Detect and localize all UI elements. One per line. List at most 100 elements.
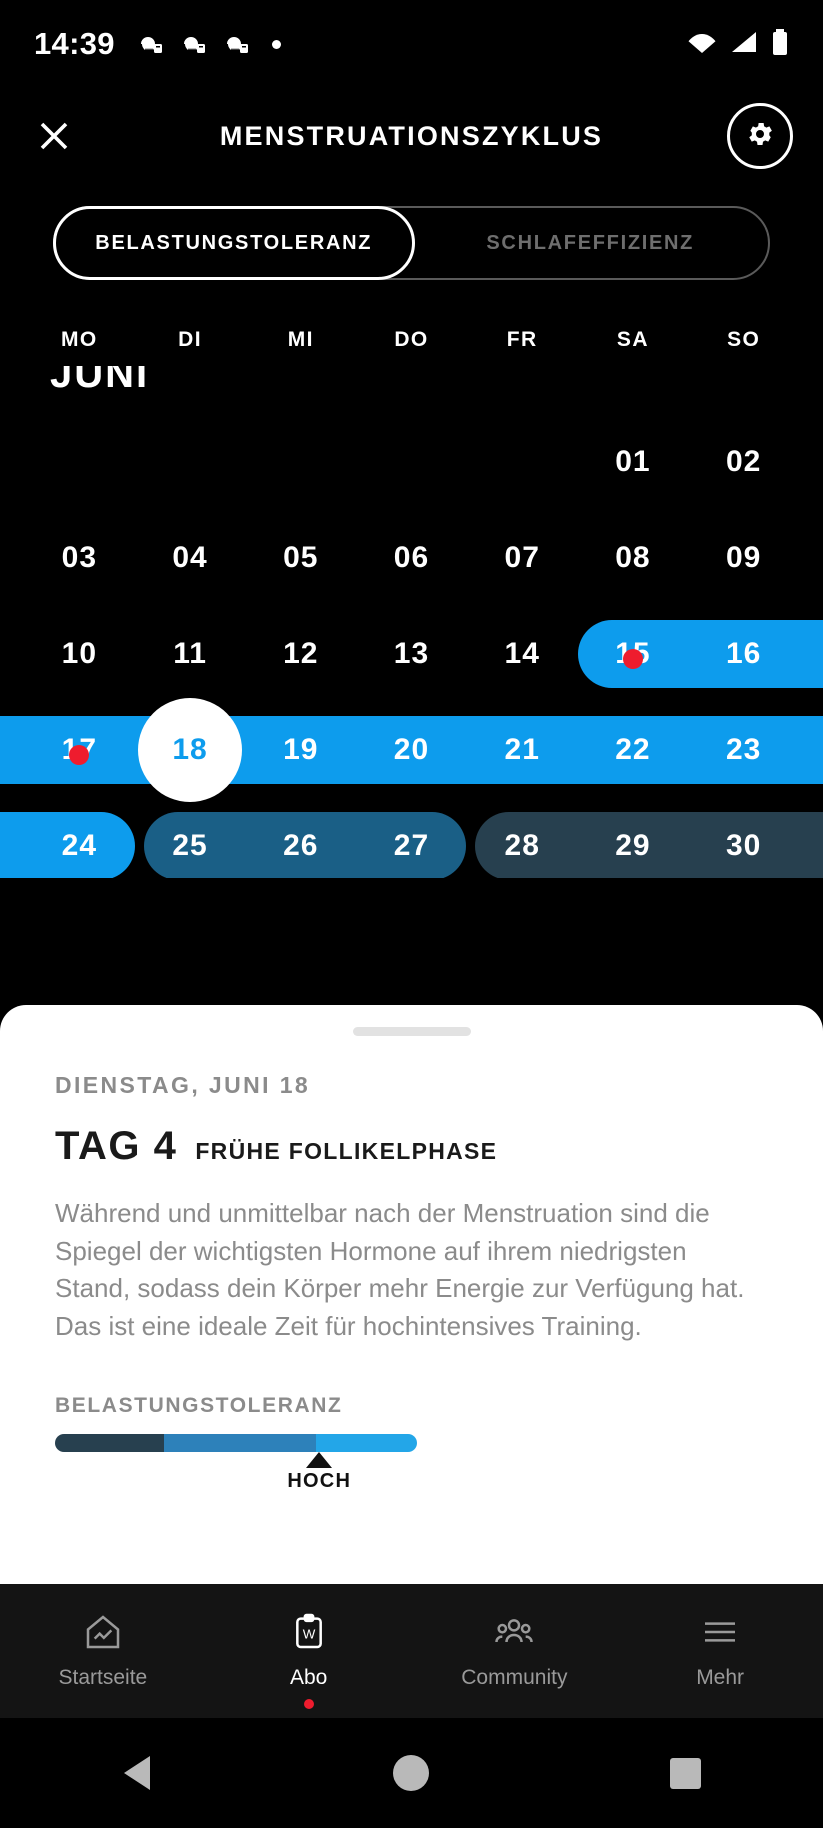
calendar-week-row: 01 02 — [0, 414, 823, 510]
calendar-day[interactable]: 25 — [135, 829, 246, 863]
calendar-day[interactable]: 03 — [24, 541, 135, 575]
calendar-day[interactable]: 15 — [578, 637, 689, 671]
period-dot — [623, 649, 643, 669]
calendar-day-selected[interactable]: 18 — [135, 733, 246, 767]
status-bar: 14:39 — [0, 0, 823, 88]
tolerance-bar — [55, 1434, 417, 1452]
people-group-icon — [493, 1612, 535, 1657]
cycle-calendar: MO DI MI DO FR SA SO JUNI 01 02 03 04 05… — [0, 314, 823, 878]
detail-date: DIENSTAG, JUNI 18 — [55, 1072, 768, 1099]
calendar-day[interactable]: 24 — [24, 829, 135, 863]
tolerance-segment-high — [316, 1434, 417, 1452]
page-title: MENSTRUATIONSZYKLUS — [0, 121, 823, 152]
calendar-week-row: 10 11 12 13 14 15 16 — [0, 606, 823, 702]
settings-button[interactable] — [727, 103, 793, 169]
calendar-day[interactable]: 28 — [467, 829, 578, 863]
calendar-day[interactable]: 27 — [356, 829, 467, 863]
nav-item-abo[interactable]: W Abo — [206, 1584, 412, 1718]
period-dot — [69, 745, 89, 765]
metric-tabs: BELASTUNGSTOLERANZ SCHLAFEFFIZIENZ — [0, 184, 823, 280]
nav-item-community[interactable]: Community — [412, 1584, 618, 1718]
tab-belastungstoleranz[interactable]: BELASTUNGSTOLERANZ — [53, 206, 415, 280]
calendar-day[interactable]: 26 — [245, 829, 356, 863]
status-system-icons — [687, 29, 789, 60]
cellular-signal-icon — [730, 30, 758, 59]
calendar-day[interactable]: 21 — [467, 733, 578, 767]
tolerance-segment-medium — [164, 1434, 316, 1452]
recents-icon[interactable] — [670, 1758, 701, 1789]
sheet-drag-handle[interactable] — [353, 1027, 471, 1036]
tolerance-marker-triangle-icon — [306, 1452, 332, 1468]
nav-label: Abo — [290, 1666, 327, 1690]
calendar-day[interactable]: 05 — [245, 541, 356, 575]
ghost-icon — [137, 33, 163, 55]
nav-badge-dot — [304, 1699, 314, 1709]
month-label: JUNI — [50, 366, 149, 397]
calendar-day[interactable]: 14 — [467, 637, 578, 671]
nav-label: Community — [461, 1666, 567, 1690]
home-icon[interactable] — [393, 1755, 429, 1791]
calendar-day[interactable]: 12 — [245, 637, 356, 671]
clipboard-w-icon: W — [288, 1612, 330, 1657]
detail-title-row: TAG 4 FRÜHE FOLLIKELPHASE — [55, 1124, 768, 1169]
tolerance-label: BELASTUNGSTOLERANZ — [55, 1394, 768, 1418]
close-button[interactable] — [30, 112, 78, 160]
calendar-day[interactable]: 04 — [135, 541, 246, 575]
calendar-day[interactable]: 13 — [356, 637, 467, 671]
calendar-week-row: 24 25 26 27 28 29 30 — [0, 798, 823, 878]
status-notification-icons — [137, 33, 281, 55]
calendar-week-row: 03 04 05 06 07 08 09 — [0, 510, 823, 606]
nav-label: Startseite — [59, 1666, 148, 1690]
gear-icon — [745, 119, 775, 154]
tab-schlafeffizienz[interactable]: SCHLAFEFFIZIENZ — [413, 208, 769, 278]
nav-item-startseite[interactable]: Startseite — [0, 1584, 206, 1718]
calendar-day[interactable]: 06 — [356, 541, 467, 575]
back-icon[interactable] — [124, 1756, 150, 1790]
calendar-day[interactable]: 16 — [688, 637, 799, 671]
calendar-day[interactable]: 23 — [688, 733, 799, 767]
weekday-header: MO DI MI DO FR SA SO — [0, 314, 823, 366]
app-header: MENSTRUATIONSZYKLUS — [0, 88, 823, 184]
status-time: 14:39 — [34, 26, 115, 62]
weekday-sa: SA — [578, 328, 689, 352]
calendar-day[interactable]: 01 — [578, 445, 689, 479]
weekday-fr: FR — [467, 328, 578, 352]
nav-label: Mehr — [696, 1666, 744, 1690]
calendar-day[interactable]: 10 — [24, 637, 135, 671]
detail-description: Während und unmittelbar nach der Menstru… — [55, 1195, 768, 1346]
weekday-mo: MO — [24, 328, 135, 352]
calendar-day[interactable]: 30 — [688, 829, 799, 863]
nav-item-mehr[interactable]: Mehr — [617, 1584, 823, 1718]
calendar-day[interactable]: 19 — [245, 733, 356, 767]
weekday-do: DO — [356, 328, 467, 352]
ghost-icon — [180, 33, 206, 55]
svg-text:W: W — [302, 1627, 315, 1642]
weekday-di: DI — [135, 328, 246, 352]
detail-cycle-day: TAG 4 — [55, 1124, 177, 1169]
battery-icon — [771, 29, 789, 60]
hamburger-menu-icon — [699, 1612, 741, 1657]
weekday-so: SO — [688, 328, 799, 352]
tolerance-marker: HOCH — [55, 1452, 417, 1488]
ghost-icon — [223, 33, 249, 55]
detail-phase: FRÜHE FOLLIKELPHASE — [195, 1138, 497, 1165]
day-detail-sheet: DIENSTAG, JUNI 18 TAG 4 FRÜHE FOLLIKELPH… — [0, 1005, 823, 1656]
wifi-icon — [687, 30, 717, 59]
home-chart-icon — [82, 1612, 124, 1657]
bottom-navigation: Startseite W Abo Community Mehr — [0, 1584, 823, 1718]
calendar-grid[interactable]: JUNI 01 02 03 04 05 06 07 08 09 10 — [0, 366, 823, 878]
calendar-day[interactable]: 22 — [578, 733, 689, 767]
calendar-day[interactable]: 02 — [688, 445, 799, 479]
calendar-day[interactable]: 29 — [578, 829, 689, 863]
calendar-day[interactable]: 07 — [467, 541, 578, 575]
calendar-day[interactable]: 09 — [688, 541, 799, 575]
calendar-day[interactable]: 08 — [578, 541, 689, 575]
calendar-day[interactable]: 17 — [24, 733, 135, 767]
calendar-day[interactable]: 11 — [135, 637, 246, 671]
dot-icon — [272, 40, 281, 49]
calendar-day[interactable]: 20 — [356, 733, 467, 767]
calendar-week-row: 17 18 19 20 21 22 23 — [0, 702, 823, 798]
weekday-mi: MI — [245, 328, 356, 352]
android-system-nav — [0, 1718, 823, 1828]
tolerance-segment-low — [55, 1434, 164, 1452]
